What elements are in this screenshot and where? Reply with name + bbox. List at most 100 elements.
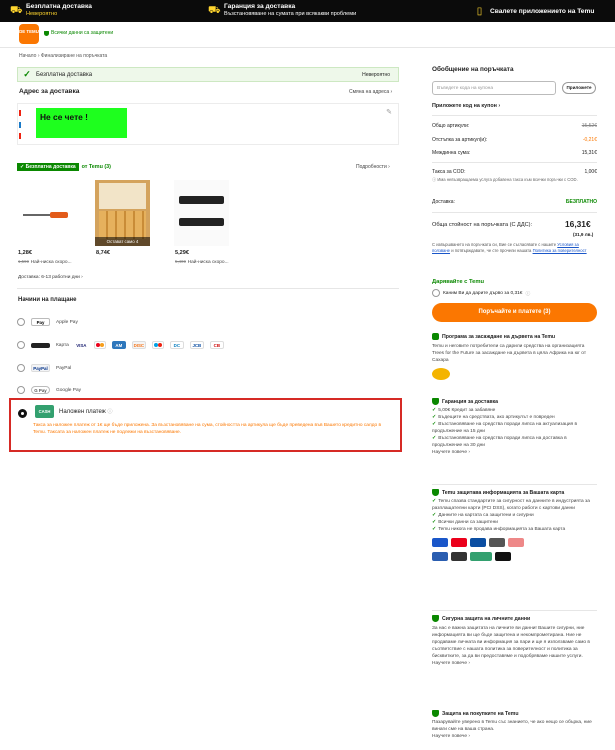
summary-divider (432, 610, 597, 611)
summary-divider (432, 484, 597, 485)
promo-title: Гаранция за доставка (224, 3, 296, 10)
item-price: 8,74€ (96, 250, 110, 256)
bracket (179, 196, 224, 204)
shipment-source: от Temu (3) (81, 164, 111, 170)
top-banner: ⛟ Безплатна доставка Невероятно ⛟ Гаранци… (0, 0, 615, 22)
shield-icon (432, 489, 439, 496)
box-compartments (99, 211, 146, 239)
breadcrumb-separator: › (37, 53, 40, 59)
total-label: Обща стойност на поръчката (С ДДС): (432, 222, 533, 228)
cash-icon: CASH (35, 405, 54, 418)
delivery-guarantee-promo: ⛟ Гаранция за доставка Възстановяване на … (208, 3, 356, 18)
summary-row-discount: Отстъпка за артикул(и): -0,21€ (432, 137, 597, 143)
item-old-line: 1,59€ Най-ниска скоро... (18, 259, 72, 265)
item-price: 5,29€ (175, 250, 189, 256)
card-security: Temu защитава информацията за Вашата кар… (432, 489, 597, 563)
free-shipping-badge: ✓ Безплатна доставка (17, 163, 79, 171)
section-divider (17, 288, 399, 289)
summary-divider (432, 115, 597, 116)
discover-icon: DISC (131, 341, 146, 349)
apply-code-link[interactable]: Приложете код на купон › (432, 103, 500, 109)
delivery-guarantee: Гаранция за доставка ✓ 5,00€ Кредит за за… (432, 398, 597, 456)
discover-badge (470, 538, 486, 547)
summary-row-delivery: Доставка: БЕЗПЛАТНО (432, 199, 597, 205)
change-address-link[interactable]: Смяна на адреса › (349, 89, 392, 95)
trees-for-future-logo (432, 368, 450, 380)
cod-description: Такса за наложен платеж от 1€ ще бъде пр… (33, 423, 382, 435)
donate-checkbox[interactable] (432, 289, 440, 297)
donate-option[interactable]: Каним Ви да дарите дърво за 0,31€ ⓘ (432, 289, 530, 297)
product-image-screwdriver[interactable] (17, 180, 72, 246)
temu-logo[interactable]: DE TEMU (19, 24, 39, 44)
cartes-icon: CB (209, 341, 224, 349)
header-divider (0, 47, 615, 48)
breadcrumb-current: Финализиране на поръчката (40, 53, 108, 59)
amex-icon: AM (111, 341, 126, 349)
jcb-icon: JCB (189, 341, 204, 349)
summary-row-subtotal: Междинна сума: 15,31€ (432, 150, 597, 156)
check-icon: ✓ (23, 69, 31, 79)
payment-option-applepay[interactable]: Pay Apple Pay (17, 316, 78, 328)
lock-icon (432, 615, 439, 622)
address-mark (19, 110, 21, 116)
phone-icon: ▯ (476, 6, 483, 17)
apply-coupon-button[interactable]: Приложете (562, 82, 596, 94)
radio-button[interactable] (17, 364, 25, 372)
breadcrumb-home[interactable]: Начало (19, 53, 36, 59)
radio-button[interactable] (17, 386, 25, 394)
security-badges (432, 538, 597, 549)
google-pay-icon: G Pay (31, 386, 50, 394)
handle (50, 212, 68, 218)
free-shipping-banner: ✓ Безплатна доставка Невероятно (17, 67, 399, 82)
edit-icon[interactable]: ✎ (386, 108, 392, 116)
privacy-protection: Сигурна защита на личните данни За нас е… (432, 615, 597, 667)
visa-secure-badge (432, 538, 448, 547)
address-title: Адрес за доставка (19, 88, 80, 95)
safekey-badge (489, 538, 505, 547)
mastercard-badge (451, 538, 467, 547)
payment-option-card[interactable]: Карта VISA AM DISC DC JCB CB (17, 339, 224, 351)
radio-button-selected[interactable] (18, 409, 27, 418)
box-label (99, 183, 146, 209)
promo-title: Безплатна доставка (26, 3, 92, 10)
promo-sub: Невероятно (26, 11, 58, 17)
delivery-estimate: Доставка: 6-13 работни дни › (18, 275, 83, 280)
security-badges-row2 (432, 552, 597, 563)
coupon-input[interactable]: Въведете кода на купона (432, 81, 556, 95)
radio-button[interactable] (17, 341, 25, 349)
secure-notice: Всички данни са защитени (44, 30, 113, 36)
summary-title: Обобщение на поръчката (432, 66, 514, 73)
total-value: 16,31€ (565, 219, 591, 229)
payment-option-googlepay[interactable]: G Pay Google Pay (17, 384, 81, 396)
privacy-link[interactable]: Политика за поверителност (533, 248, 587, 253)
summary-divider (432, 162, 597, 163)
learn-more-link[interactable]: Научете повече › (432, 449, 597, 456)
banner-label: Безплатна доставка (36, 71, 93, 78)
stock-overlay: Остават само 4 (95, 237, 150, 246)
address-mark (19, 122, 21, 128)
redacted-address: Не се чете ! (36, 108, 127, 138)
maestro-icon (151, 341, 164, 349)
shipment-details-link[interactable]: Подробности › (356, 164, 390, 170)
free-shipping-promo: ⛟ Безплатна доставка Невероятно (10, 3, 92, 18)
learn-more-link[interactable]: Научете повече › (432, 660, 597, 667)
radio-button[interactable] (17, 318, 25, 326)
app-download-promo[interactable]: ▯ Свалете приложението на Temu (474, 6, 595, 17)
product-image-kit[interactable]: Остават само 4 (95, 180, 150, 246)
breadcrumb: Начало › Финализиране на поръчката (19, 53, 107, 59)
diners-icon: DC (169, 341, 184, 349)
product-image-brackets[interactable] (174, 180, 229, 246)
item-old-line: 5,40€ Най-ниска скоро... (175, 259, 229, 265)
truck-icon: ⛟ (10, 5, 23, 16)
place-order-button[interactable]: Поръчайте и платете (3) (432, 303, 597, 322)
card-icon (31, 342, 50, 348)
learn-more-link[interactable]: Научете повече › (432, 733, 597, 740)
truck-icon: ⛟ (208, 5, 221, 16)
address-mark (19, 133, 21, 139)
banner-value: Невероятно (362, 71, 390, 78)
cod-option-highlight[interactable]: CASH Наложен платеж ⓘ Такса за наложен п… (9, 398, 402, 452)
donate-title: Дарявайте с Temu (432, 279, 485, 285)
total-bgn: (31,9 лв.) (573, 232, 594, 237)
shield-icon (432, 710, 439, 717)
payment-option-paypal[interactable]: PayPal PayPal (17, 362, 71, 374)
